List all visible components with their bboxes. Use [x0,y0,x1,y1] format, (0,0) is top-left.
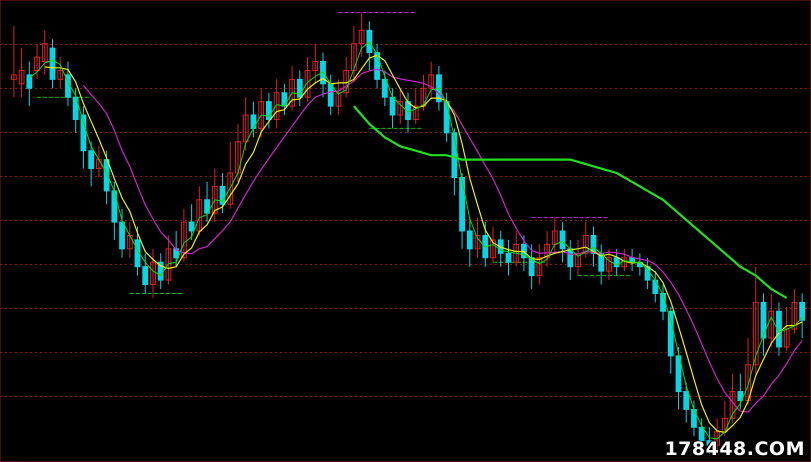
candle-body [80,114,87,152]
candle-body [88,150,95,170]
candlestick-chart [0,0,811,462]
ma-long-line [82,68,803,413]
candle-body [760,301,767,339]
candle-body [652,279,659,294]
ma-short-line [44,54,803,434]
candle-body [188,221,195,232]
candle-body [459,176,465,232]
watermark-text: 178448.COM [664,438,805,460]
candle-body [142,266,149,286]
candles [10,12,806,454]
candle-body [567,248,574,268]
candle-body [559,230,566,250]
candle-body [667,310,674,357]
candle-body [505,252,512,263]
candle-body [327,83,334,107]
candle-body [389,96,396,116]
candle-body [443,101,450,134]
candle-body [683,391,690,410]
candle-body [119,221,125,250]
candle-body [103,159,110,192]
candle-body [49,47,56,80]
candle-body [366,29,373,54]
level-markers [37,11,633,294]
candle-body [466,230,473,250]
